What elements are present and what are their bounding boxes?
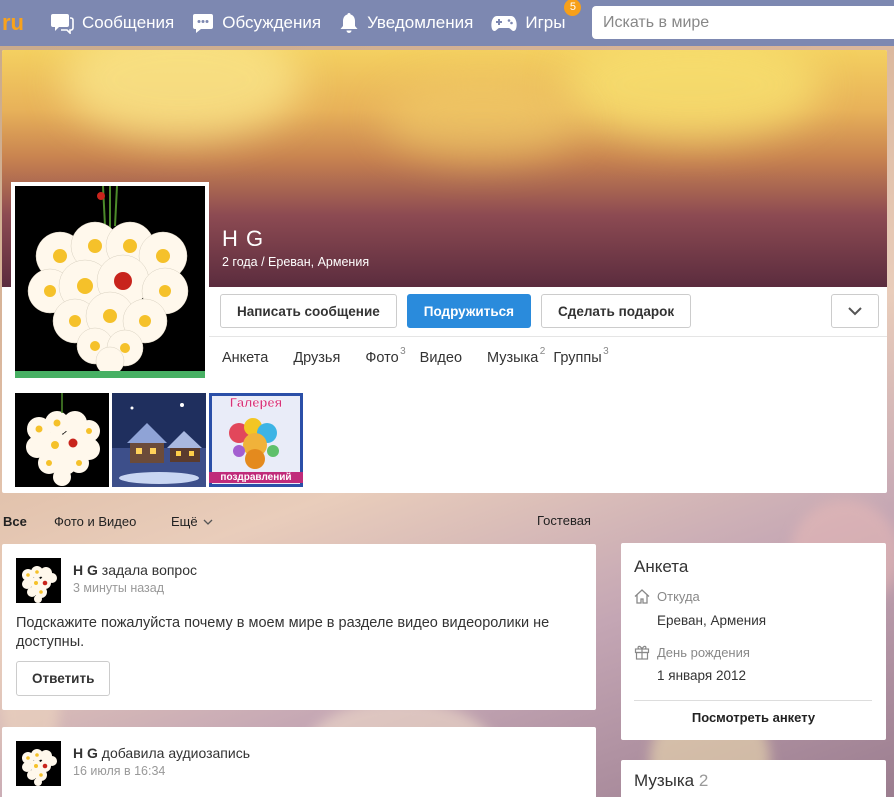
- home-icon: [634, 589, 650, 604]
- post-timestamp[interactable]: 3 минуты назад: [73, 581, 164, 595]
- tab-label: Видео: [419, 350, 463, 366]
- tab-count: 3: [603, 346, 609, 357]
- add-friend-button[interactable]: Подружиться: [406, 294, 532, 328]
- tab-label: Друзья: [293, 350, 341, 366]
- nav-discussions-label: Обсуждения: [222, 13, 322, 32]
- divider: [634, 700, 872, 701]
- write-message-button[interactable]: Написать сообщение: [220, 294, 397, 328]
- tab-video[interactable]: Видео: [420, 350, 462, 366]
- profile-age-location: 2 года / Ереван, Армения: [222, 255, 370, 269]
- gallery-caption-top: Галерея: [229, 395, 283, 410]
- games-count-badge: 5: [564, 0, 582, 16]
- from-row: Откуда: [634, 589, 700, 604]
- nav-notifications-label: Уведомления: [367, 13, 474, 32]
- post-text: Подскажите пожалуйста почему в моем мире…: [16, 615, 550, 650]
- site-logo[interactable]: ru: [0, 10, 40, 36]
- send-gift-button[interactable]: Сделать подарок: [541, 294, 692, 328]
- profile-actions: Написать сообщение Подружиться Сделать п…: [220, 294, 692, 328]
- tab-label: Анкета: [222, 350, 269, 366]
- online-status-bar: [15, 371, 205, 378]
- daisy-heart-image: [15, 186, 205, 372]
- post-action: добавила аудиозапись: [101, 745, 251, 761]
- nav-messages-label: Сообщения: [82, 13, 175, 32]
- post-author-avatar[interactable]: [16, 558, 61, 603]
- feed-post: H G добавила аудиозапись 16 июля в 16:34: [2, 727, 596, 797]
- more-actions-button[interactable]: [831, 294, 879, 328]
- profile-card: H G 2 года / Ереван, Армения Написать со…: [2, 50, 887, 493]
- gift-icon: [634, 645, 650, 660]
- filter-more-label: Ещё: [171, 514, 198, 529]
- tab-count: 3: [400, 346, 406, 357]
- birthday-row: День рождения: [634, 644, 750, 660]
- tab-photos[interactable]: Фото 3: [365, 346, 405, 366]
- post-author-name[interactable]: H G: [73, 562, 98, 578]
- music-panel: Музыка 2: [621, 760, 886, 797]
- search-input[interactable]: [592, 6, 894, 39]
- feed-post: H G задала вопрос 3 минуты назад Подскаж…: [2, 544, 596, 710]
- nav-discussions[interactable]: Обсуждения: [192, 12, 321, 34]
- tab-label: Группы: [553, 350, 602, 366]
- music-title-label: Музыка: [634, 771, 695, 790]
- post-action: задала вопрос: [101, 562, 198, 578]
- tab-count: 2: [539, 346, 546, 357]
- from-label: Откуда: [657, 589, 700, 604]
- chevron-down-icon: [203, 519, 213, 525]
- profile-name: H G: [222, 226, 265, 251]
- filter-more[interactable]: Ещё: [171, 514, 213, 529]
- post-headline: H G добавила аудиозапись: [73, 745, 250, 761]
- chevron-down-icon: [848, 307, 862, 316]
- post-author-name[interactable]: H G: [73, 745, 98, 761]
- gallery-caption-bottom: поздравлений: [209, 472, 303, 483]
- post-timestamp[interactable]: 16 июля в 16:34: [73, 764, 165, 778]
- photo-thumbnail[interactable]: [15, 393, 109, 487]
- avatar-image: [15, 186, 205, 372]
- nav-notifications[interactable]: Уведомления: [339, 12, 473, 34]
- reply-button[interactable]: Ответить: [16, 661, 111, 696]
- filter-photo-video[interactable]: Фото и Видео: [54, 514, 136, 529]
- top-navigation-bar: ru Сообщения Обсуждения Уведомления Игры…: [0, 0, 894, 46]
- nav-messages[interactable]: Сообщения: [50, 12, 174, 34]
- tab-friends[interactable]: Друзья: [293, 350, 340, 366]
- tab-label: Фото: [365, 350, 399, 366]
- gallery-greetings-thumbnail[interactable]: Галерея поздравлений: [209, 393, 303, 487]
- tab-label: Музыка: [487, 350, 539, 366]
- messages-icon: [51, 14, 74, 34]
- panel-title: Анкета: [634, 557, 689, 576]
- birthday-value: 1 января 2012: [657, 668, 747, 683]
- nav-games[interactable]: Игры 5: [491, 0, 582, 33]
- birthday-label: День рождения: [657, 644, 750, 660]
- view-profile-link[interactable]: Посмотреть анкету: [621, 710, 886, 725]
- post-headline: H G задала вопрос: [73, 562, 197, 578]
- filter-guestbook[interactable]: Гостевая: [537, 513, 591, 528]
- profile-info-panel: Анкета Откуда Ереван, Армения День рожде…: [621, 543, 886, 740]
- post-author-avatar[interactable]: [16, 741, 61, 786]
- discussions-icon: [193, 14, 214, 33]
- tab-groups[interactable]: Группы 3: [553, 346, 608, 366]
- profile-tabs: Анкета Друзья Фото 3 Видео Музыка 2 Группы…: [222, 346, 627, 366]
- tab-profile-info[interactable]: Анкета: [222, 350, 268, 366]
- music-title[interactable]: Музыка 2: [634, 771, 708, 791]
- photo-thumbnail[interactable]: [112, 393, 206, 487]
- gamepad-icon: [491, 16, 517, 31]
- photo-thumbnails: Галерея поздравлений: [15, 393, 303, 487]
- nav-games-label: Игры: [525, 13, 566, 32]
- music-count: 2: [698, 771, 709, 790]
- profile-avatar[interactable]: [11, 182, 209, 378]
- bell-icon: [340, 13, 358, 33]
- divider: [208, 336, 887, 337]
- from-value: Ереван, Армения: [657, 613, 767, 628]
- tab-music[interactable]: Музыка 2: [487, 346, 545, 366]
- filter-all[interactable]: Все: [3, 514, 27, 529]
